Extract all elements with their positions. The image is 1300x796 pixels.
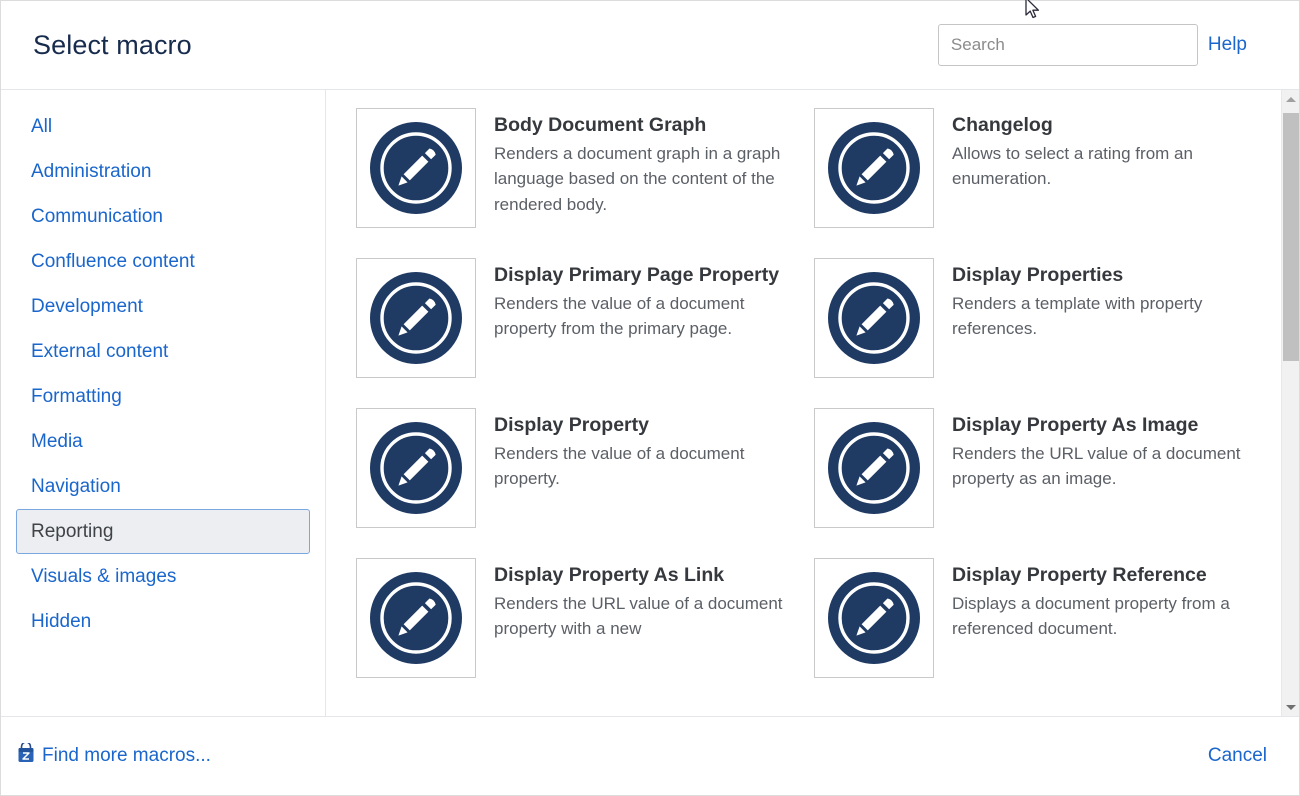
scroll-down-arrow-icon[interactable] [1282,698,1299,716]
cancel-button[interactable]: Cancel [1208,745,1267,767]
category-sidebar: All Administration Communication Confluence… [1,90,326,716]
dialog-header: Select macro Help [1,1,1299,90]
select-macro-dialog: Select macro Help All Administration Commu… [0,0,1300,796]
header-actions: Help [938,24,1247,66]
macro-title: Display Property [494,412,784,439]
macro-item[interactable]: Display Property ReferenceDisplays a doc… [814,558,1281,678]
sidebar-item-hidden[interactable]: Hidden [16,599,310,644]
macro-item[interactable]: ChangelogAllows to select a rating from … [814,108,1281,228]
dialog-footer: Find more macros... Cancel [1,717,1299,795]
macro-item[interactable]: Display Primary Page PropertyRenders the… [356,258,814,378]
sidebar-item-label: Confluence content [31,251,195,273]
macro-icon[interactable] [356,408,476,528]
scroll-up-arrow-icon[interactable] [1282,90,1299,108]
scrollbar-thumb[interactable] [1283,113,1299,361]
search-input[interactable] [938,24,1198,66]
macro-title: Body Document Graph [494,112,784,139]
macro-text: Display Primary Page PropertyRenders the… [494,258,784,342]
macro-item[interactable]: Display PropertyRenders the value of a d… [356,408,814,528]
macro-text: ChangelogAllows to select a rating from … [952,108,1252,192]
vertical-scrollbar[interactable] [1281,90,1299,716]
macro-icon[interactable] [814,258,934,378]
macro-item[interactable]: Display PropertiesRenders a template wit… [814,258,1281,378]
macro-grid: Body Document GraphRenders a document gr… [356,108,1281,678]
sidebar-item-label: Administration [31,161,151,183]
sidebar-item-administration[interactable]: Administration [16,149,310,194]
macro-description: Displays a document property from a refe… [952,591,1252,643]
macro-icon[interactable] [814,558,934,678]
macro-description: Renders a template with property referen… [952,291,1252,343]
macro-title: Display Primary Page Property [494,262,784,289]
sidebar-item-external-content[interactable]: External content [16,329,310,374]
sidebar-item-development[interactable]: Development [16,284,310,329]
macro-item[interactable]: Display Property As LinkRenders the URL … [356,558,814,678]
chevron-up-icon [1286,97,1296,102]
pencil-circle-icon [368,420,464,516]
pencil-circle-icon [368,270,464,366]
marketplace-bag-icon [17,743,35,769]
macro-icon[interactable] [356,258,476,378]
macro-title: Display Properties [952,262,1252,289]
pencil-circle-icon [826,270,922,366]
sidebar-item-all[interactable]: All [16,104,310,149]
sidebar-item-label: Reporting [31,521,113,543]
macro-scroll-viewport: Body Document GraphRenders a document gr… [326,90,1281,716]
macro-icon[interactable] [356,108,476,228]
macro-text: Display Property As LinkRenders the URL … [494,558,784,642]
macro-description: Renders the value of a document property… [494,441,784,493]
sidebar-item-navigation[interactable]: Navigation [16,464,310,509]
sidebar-item-visuals-images[interactable]: Visuals & images [16,554,310,599]
sidebar-item-confluence-content[interactable]: Confluence content [16,239,310,284]
sidebar-item-label: Development [31,296,143,318]
macro-text: Display Property ReferenceDisplays a doc… [952,558,1252,642]
macro-icon[interactable] [814,108,934,228]
sidebar-item-label: Navigation [31,476,121,498]
sidebar-item-label: External content [31,341,168,363]
macro-title: Display Property Reference [952,562,1252,589]
macro-text: Display Property As ImageRenders the URL… [952,408,1252,492]
macro-title: Display Property As Image [952,412,1252,439]
find-more-macros-label: Find more macros... [42,745,211,767]
macro-icon[interactable] [356,558,476,678]
pencil-circle-icon [826,420,922,516]
macro-item[interactable]: Display Property As ImageRenders the URL… [814,408,1281,528]
sidebar-item-communication[interactable]: Communication [16,194,310,239]
sidebar-item-label: Communication [31,206,163,228]
pencil-circle-icon [826,570,922,666]
macro-description: Renders the value of a document property… [494,291,784,343]
macro-description: Renders a document graph in a graph lang… [494,141,784,218]
macro-text: Body Document GraphRenders a document gr… [494,108,784,218]
macro-title: Changelog [952,112,1252,139]
macro-item[interactable]: Body Document GraphRenders a document gr… [356,108,814,228]
dialog-body: All Administration Communication Confluence… [1,90,1299,717]
macro-description: Renders the URL value of a document prop… [494,591,784,643]
sidebar-item-label: Visuals & images [31,566,176,588]
macro-text: Display PropertyRenders the value of a d… [494,408,784,492]
chevron-down-icon [1286,705,1296,710]
sidebar-item-media[interactable]: Media [16,419,310,464]
sidebar-item-label: Media [31,431,83,453]
macro-description: Renders the URL value of a document prop… [952,441,1252,493]
macro-icon[interactable] [814,408,934,528]
sidebar-item-label: Formatting [31,386,122,408]
help-link[interactable]: Help [1208,34,1247,56]
sidebar-item-formatting[interactable]: Formatting [16,374,310,419]
macro-title: Display Property As Link [494,562,784,589]
macro-description: Allows to select a rating from an enumer… [952,141,1252,193]
page-title: Select macro [33,30,192,61]
sidebar-item-label: Hidden [31,611,91,633]
pencil-circle-icon [368,570,464,666]
pencil-circle-icon [826,120,922,216]
pencil-circle-icon [368,120,464,216]
sidebar-item-reporting[interactable]: Reporting [16,509,310,554]
macro-text: Display PropertiesRenders a template wit… [952,258,1252,342]
macro-list-area: Body Document GraphRenders a document gr… [326,90,1299,716]
find-more-macros-link[interactable]: Find more macros... [17,743,211,769]
sidebar-item-label: All [31,116,52,138]
